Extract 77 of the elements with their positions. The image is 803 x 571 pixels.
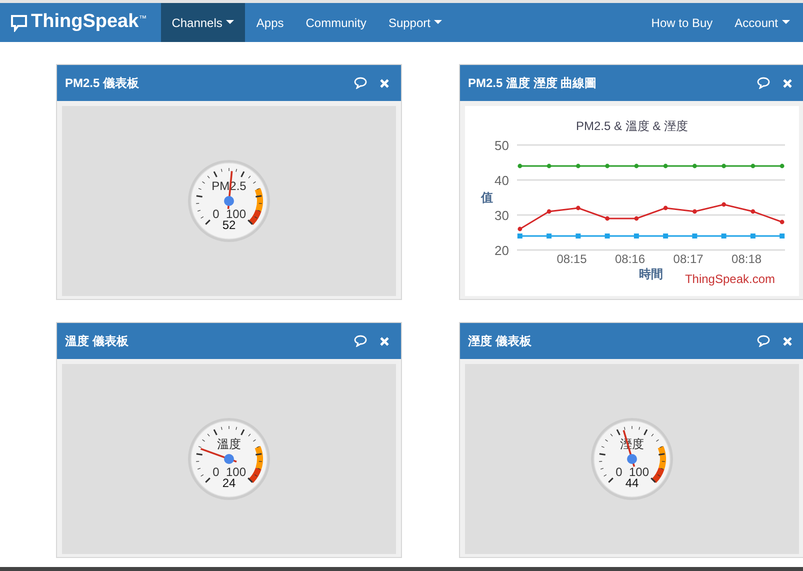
gauge-min: 0 [616,465,622,479]
needle-hub [224,196,234,206]
comment-icon[interactable] [354,77,367,89]
nav-item[interactable]: Support [377,3,454,42]
data-point [750,164,756,168]
y-tick-label: 50 [494,138,509,153]
x-axis-title: 時間 [639,267,663,281]
comment-icon[interactable] [757,77,770,89]
gauge-max: 100 [226,465,246,479]
gauge-label: 溫度 [217,437,241,451]
chart-credit[interactable]: ThingSpeak.com [684,270,775,288]
data-point [576,164,580,168]
y-tick-label: 30 [494,208,509,223]
y-tick-label: 20 [494,243,509,258]
comment-icon[interactable] [757,335,770,347]
x-tick-label: 08:15 [556,252,587,266]
y-axis-title: 值 [481,190,493,204]
data-point [750,234,756,238]
gauge-value: 24 [222,476,236,490]
brand-logo[interactable]: ThingSpeak™ [0,3,161,42]
widget-title: PM2.5 溫度 溼度 曲線圖 [468,75,598,92]
data-point [517,234,522,238]
nav-item[interactable]: Channels [160,3,246,42]
widget-title: 溼度 儀表板 [468,333,532,350]
data-point [721,234,726,238]
data-point [634,216,639,221]
brand-name: ThingSpeak [31,10,139,34]
nav-item[interactable]: Community [294,3,378,42]
data-point [546,234,552,238]
data-point [722,202,726,207]
widget-title: PM2.5 儀表板 [65,75,140,92]
data-point [692,164,697,168]
needle-hub [627,454,637,464]
chart-title: PM2.5 & 溫度 & 溼度 [576,119,688,133]
gauge-max: 100 [628,465,650,479]
gauge-min: 0 [212,465,220,479]
data-point [576,206,580,210]
gauge-value: 52 [222,218,236,232]
needle-hub [224,454,234,464]
data-point [663,234,668,238]
data-point [663,164,668,168]
gauge-value: 44 [625,476,639,490]
nav-item[interactable]: How to Buy [640,3,724,42]
gauge-max: 100 [226,207,246,221]
widget-title: 溫度 儀表板 [65,333,130,350]
comment-icon[interactable] [354,335,367,347]
close-icon[interactable] [380,78,389,88]
data-point [576,234,581,238]
data-point [634,234,639,238]
close-icon[interactable] [783,336,792,346]
data-point [722,164,726,168]
data-point [780,164,784,168]
trademark: ™ [138,13,147,25]
data-point [663,206,668,210]
data-point [604,234,610,238]
data-point [605,164,610,168]
data-point [692,234,698,238]
data-point [605,216,610,221]
y-tick-label: 40 [494,173,509,188]
data-point [780,220,784,224]
data-point [750,209,756,214]
nav-item[interactable]: Apps [245,3,295,42]
x-tick-label: 08:16 [615,252,646,266]
data-point [634,164,639,168]
gauge-min: 0 [212,207,220,221]
data-point [780,234,785,238]
x-tick-label: 08:17 [673,252,704,266]
data-point [692,209,697,214]
close-icon[interactable] [783,78,792,88]
speech-bubble-icon [10,14,28,32]
x-tick-label: 08:18 [732,252,762,266]
nav-item[interactable]: Account [724,3,801,42]
data-point [546,209,552,214]
close-icon[interactable] [380,336,389,346]
data-point [518,226,522,232]
data-point [518,164,522,168]
data-point [546,164,552,168]
